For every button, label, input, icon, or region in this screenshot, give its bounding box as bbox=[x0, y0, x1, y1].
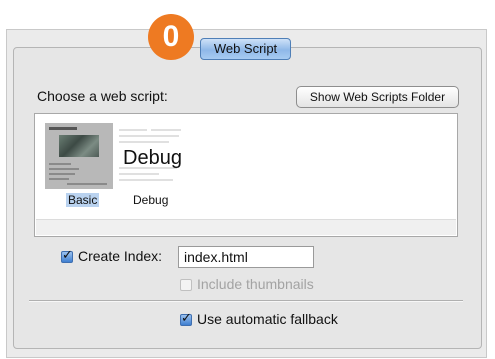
choose-script-label: Choose a web script: bbox=[37, 88, 168, 104]
index-filename-input[interactable] bbox=[178, 246, 314, 268]
list-footer bbox=[36, 219, 456, 235]
divider bbox=[29, 300, 463, 302]
create-index-checkbox[interactable] bbox=[61, 248, 73, 263]
create-index-label: Create Index: bbox=[78, 248, 163, 264]
include-thumbnails-checkbox[interactable] bbox=[180, 279, 192, 291]
callout-badge: 0 bbox=[148, 14, 194, 60]
basic-script-caption: Basic bbox=[66, 193, 100, 207]
debug-script-caption: Debug bbox=[133, 193, 169, 207]
include-thumbnails-label: Include thumbnails bbox=[197, 276, 314, 292]
basic-script-thumbnail[interactable] bbox=[45, 123, 113, 189]
automatic-fallback-checkbox[interactable] bbox=[180, 311, 192, 326]
debug-thumbnail-text: Debug bbox=[123, 147, 182, 169]
tab-web-script[interactable]: Web Script bbox=[200, 38, 291, 60]
automatic-fallback-label: Use automatic fallback bbox=[197, 311, 338, 327]
show-web-scripts-folder-button[interactable]: Show Web Scripts Folder bbox=[296, 86, 459, 108]
